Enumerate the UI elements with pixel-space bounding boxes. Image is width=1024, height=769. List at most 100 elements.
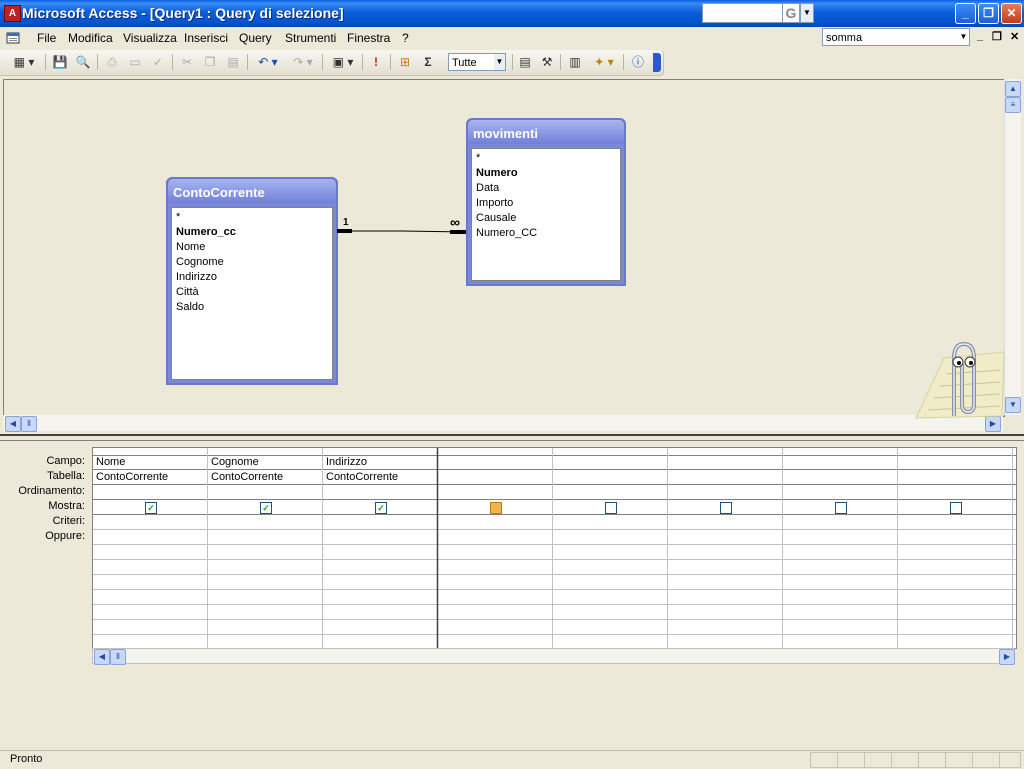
spelling-icon[interactable]: ✓ [148, 53, 168, 71]
show-checkbox-focused[interactable] [490, 502, 502, 514]
build-icon[interactable]: ⚒ [537, 53, 557, 71]
menu-finestra[interactable]: Finestra [347, 31, 390, 45]
scroll-left-icon[interactable]: ◀ [94, 649, 110, 665]
minimize-button[interactable]: _ [955, 3, 976, 24]
menu-query[interactable]: Query [239, 31, 272, 45]
field-item[interactable]: Nome [172, 240, 332, 255]
redo-icon[interactable]: ↷ ▾ [287, 53, 319, 71]
scroll-thumb[interactable]: ≡ [1005, 97, 1021, 113]
grid-cell-campo[interactable]: Nome [94, 455, 125, 469]
field-list[interactable]: * Numero_cc Nome Cognome Indirizzo Città… [171, 207, 333, 380]
row-label-campo: Campo: [46, 455, 85, 467]
mdi-minimize-button[interactable]: _ [977, 30, 983, 42]
table-window-contocorrente[interactable]: ContoCorrente * Numero_cc Nome Cognome I… [166, 177, 338, 385]
scroll-left-icon[interactable]: ◀ [5, 416, 21, 432]
totals-icon[interactable]: Σ [418, 53, 438, 71]
pane-splitter[interactable] [0, 434, 1024, 441]
grid-horizontal-scrollbar[interactable]: ◀ ⦀ ▶ [92, 648, 1015, 665]
field-item[interactable]: Città [172, 285, 332, 300]
chevron-down-icon[interactable]: ▼ [800, 3, 814, 23]
field-item[interactable]: Indirizzo [172, 270, 332, 285]
grid-cell-campo[interactable]: Cognome [209, 455, 259, 469]
show-checkbox[interactable] [950, 502, 962, 514]
grid-cell-tabella[interactable]: ContoCorrente [324, 470, 398, 484]
field-item[interactable]: Numero_CC [472, 226, 620, 241]
vertical-scrollbar[interactable]: ▲ ≡ ▼ [1004, 79, 1021, 415]
relationship-one-label: 1 [343, 217, 349, 228]
table-pane[interactable]: ContoCorrente * Numero_cc Nome Cognome I… [3, 79, 1005, 417]
field-item[interactable]: Cognome [172, 255, 332, 270]
field-item[interactable]: Importo [472, 196, 620, 211]
show-checkbox[interactable] [835, 502, 847, 514]
scroll-down-icon[interactable]: ▼ [1005, 397, 1021, 413]
new-object-icon[interactable]: ✦ ▾ [588, 53, 620, 71]
grid-cell-tabella[interactable]: ContoCorrente [209, 470, 283, 484]
grid-cell-tabella[interactable]: ContoCorrente [94, 470, 168, 484]
status-panel [864, 752, 892, 768]
menu-help[interactable]: ? [402, 31, 409, 45]
mdi-restore-button[interactable]: ❐ [992, 30, 1002, 43]
show-checkbox[interactable]: ✓ [375, 502, 387, 514]
print-icon[interactable]: ⎙ [102, 53, 122, 71]
show-table-icon[interactable]: ⊞ [395, 53, 415, 71]
chevron-down-icon[interactable]: ▼ [494, 54, 505, 70]
cut-icon[interactable]: ✂ [177, 53, 197, 71]
toolbar-options-icon[interactable] [653, 53, 661, 72]
mdi-close-button[interactable]: ✕ [1010, 30, 1019, 43]
query-design-grid[interactable]: Nome ContoCorrente ✓ Cognome ContoCorren… [92, 447, 1017, 649]
query-window-icon[interactable] [4, 30, 20, 46]
row-label-mostra: Mostra: [48, 500, 85, 512]
table-title[interactable]: movimenti [468, 120, 624, 144]
office-assistant-clippy-icon[interactable] [914, 338, 1006, 422]
close-button[interactable]: ✕ [1001, 3, 1022, 24]
field-item[interactable]: * [472, 151, 620, 166]
show-checkbox[interactable]: ✓ [260, 502, 272, 514]
scroll-up-icon[interactable]: ▲ [1005, 81, 1021, 97]
table-window-movimenti[interactable]: movimenti * Numero Data Importo Causale … [466, 118, 626, 286]
grid-cell-campo[interactable]: Indirizzo [324, 455, 367, 469]
status-panel [918, 752, 946, 768]
search-icon[interactable]: 🔍 [73, 53, 93, 71]
field-list[interactable]: * Numero Data Importo Causale Numero_CC [471, 148, 621, 281]
show-checkbox[interactable] [720, 502, 732, 514]
restore-button[interactable]: ❐ [978, 3, 999, 24]
question-input[interactable]: somma [822, 28, 970, 46]
save-icon[interactable]: 💾 [50, 53, 70, 71]
menu-modifica[interactable]: Modifica [68, 31, 113, 45]
scroll-thumb[interactable]: ⦀ [21, 416, 37, 432]
field-item-key[interactable]: Numero_cc [172, 225, 332, 240]
field-item[interactable]: Causale [472, 211, 620, 226]
title-bar[interactable]: A Microsoft Access - [Query1 : Query di … [0, 0, 1024, 27]
query-design-toolbar: ▦ ▾ 💾 🔍 ⎙ ▭ ✓ ✂ ❐ ▤ ↶ ▾ ↷ ▾ ▣ ▾ ! ⊞ Σ ▤ … [0, 50, 664, 76]
show-checkbox[interactable] [605, 502, 617, 514]
field-item[interactable]: Saldo [172, 300, 332, 315]
view-icon[interactable]: ▦ ▾ [6, 53, 42, 71]
run-icon[interactable]: ! [366, 53, 386, 71]
access-app-icon[interactable]: A [4, 5, 21, 22]
field-item-key[interactable]: Numero [472, 166, 620, 181]
paste-icon[interactable]: ▤ [223, 53, 243, 71]
menu-file[interactable]: File [37, 31, 56, 45]
help-search-input[interactable] [702, 3, 784, 23]
show-checkbox[interactable]: ✓ [145, 502, 157, 514]
scroll-thumb[interactable]: ⦀ [110, 649, 126, 665]
query-type-icon[interactable]: ▣ ▾ [327, 53, 359, 71]
undo-icon[interactable]: ↶ ▾ [252, 53, 284, 71]
menu-visualizza[interactable]: Visualizza [123, 31, 177, 45]
scroll-right-icon[interactable]: ▶ [999, 649, 1015, 665]
table-title[interactable]: ContoCorrente [168, 179, 336, 203]
google-search-icon[interactable]: G [782, 3, 800, 23]
copy-icon[interactable]: ❐ [200, 53, 220, 71]
help-icon[interactable]: ⓘ [628, 53, 648, 71]
menu-strumenti[interactable]: Strumenti [285, 31, 336, 45]
menu-inserisci[interactable]: Inserisci [184, 31, 228, 45]
field-item[interactable]: Data [472, 181, 620, 196]
database-window-icon[interactable]: ▥ [565, 53, 585, 71]
horizontal-scrollbar[interactable]: ◀ ⦀ ▶ [3, 415, 1003, 432]
status-panel [837, 752, 865, 768]
field-item[interactable]: * [172, 210, 332, 225]
row-label-ordinamento: Ordinamento: [18, 485, 85, 497]
properties-icon[interactable]: ▤ [515, 53, 535, 71]
chevron-down-icon[interactable]: ▼ [958, 29, 969, 45]
print-preview-icon[interactable]: ▭ [125, 53, 145, 71]
